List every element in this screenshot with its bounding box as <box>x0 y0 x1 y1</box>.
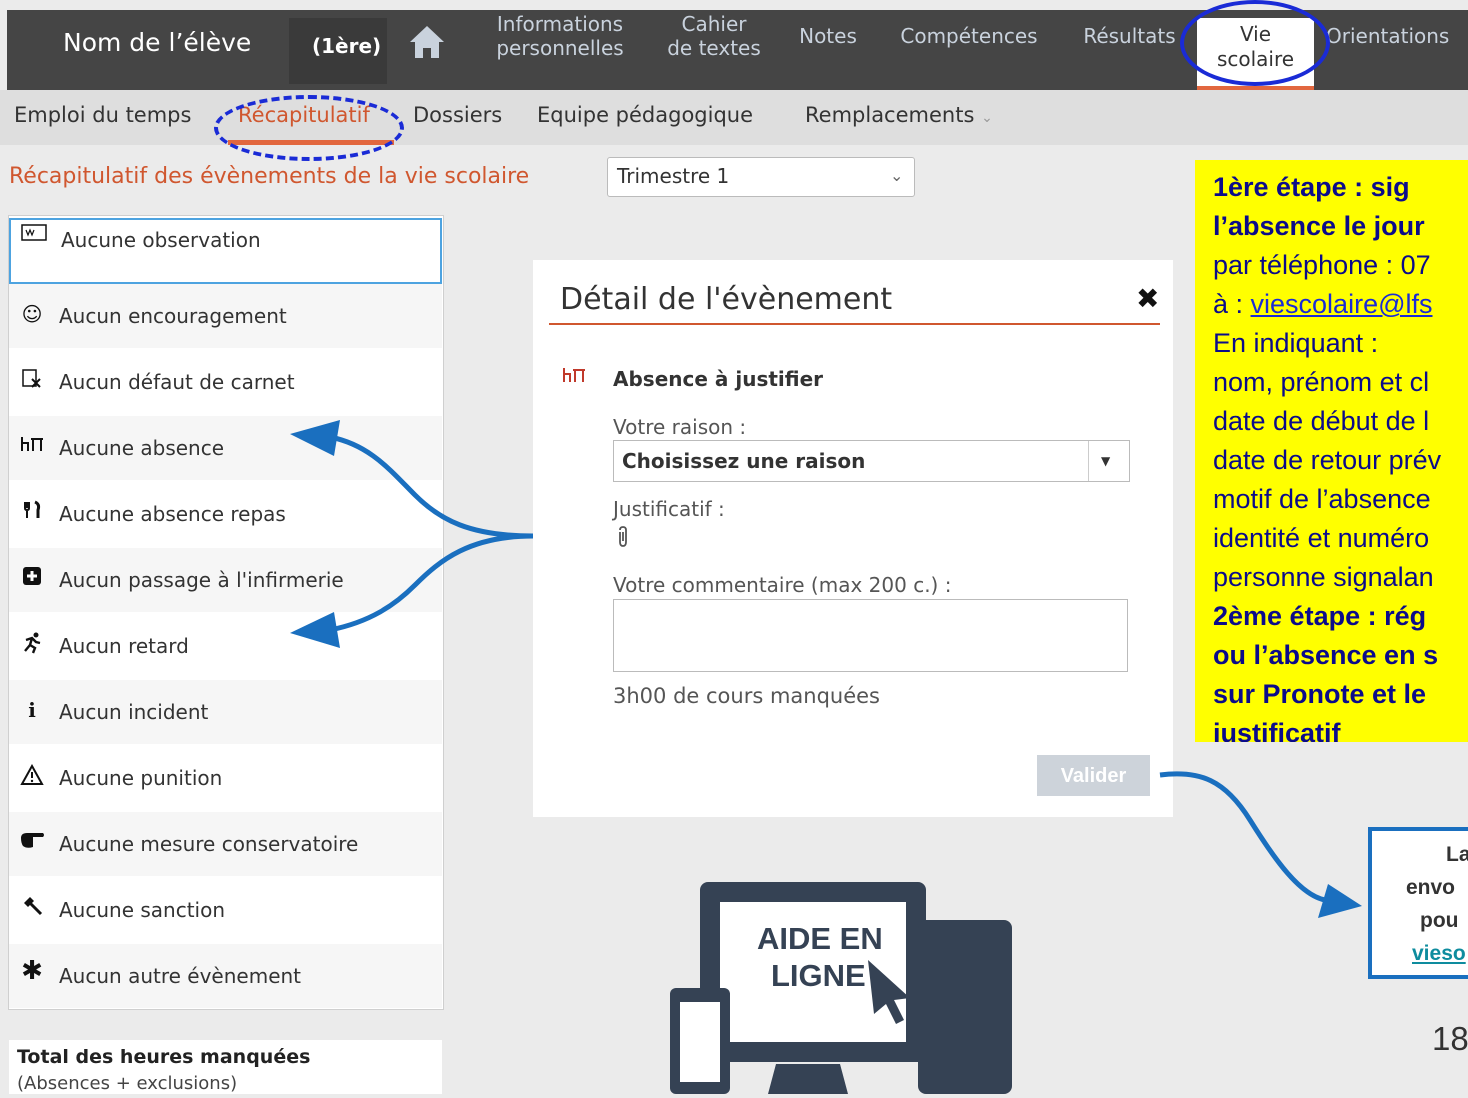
instructions-note-clip: 1ère étape : sig l’absence le jour par t… <box>1195 160 1468 742</box>
step1-line1: 1ère étape : sig <box>1213 172 1410 202</box>
indicating-line: En indiquant : <box>1213 328 1379 358</box>
step2-line2: ou l’absence en s <box>1213 640 1439 670</box>
info-line-3: date de retour prév <box>1213 445 1442 475</box>
page-number: 18 <box>1432 1020 1468 1057</box>
step1-line2: l’absence le jour <box>1213 211 1425 241</box>
step2-line4: justificatif <box>1213 718 1341 742</box>
info-line-4: motif de l’absence <box>1213 484 1431 514</box>
info-box-line-2: envo <box>1406 876 1456 899</box>
email-prefix: à : <box>1213 289 1251 319</box>
instructions-text: 1ère étape : sig l’absence le jour par t… <box>1213 168 1468 742</box>
info-box-link[interactable]: vieso <box>1412 942 1466 966</box>
email-link[interactable]: viescolaire@lfs <box>1251 289 1433 319</box>
info-line-5: identité et numéro <box>1213 523 1430 553</box>
help-text-line1: AIDE EN <box>757 921 883 956</box>
info-box: La envo pou vieso <box>1368 827 1468 979</box>
phone-line: par téléphone : 07 <box>1213 250 1431 280</box>
email-line: à : viescolaire@lfs <box>1213 285 1468 324</box>
info-line-6: personne signalan <box>1213 562 1434 592</box>
step2-line1: 2ème étape : rég <box>1213 601 1427 631</box>
info-line-2: date de début de l <box>1213 406 1430 436</box>
info-box-line-3: pou <box>1420 909 1459 932</box>
info-line-1: nom, prénom et cl <box>1213 367 1430 397</box>
help-text-line2: LIGNE <box>771 958 866 993</box>
info-box-line-1: La <box>1446 843 1468 866</box>
step2-line3: sur Pronote et le <box>1213 679 1427 709</box>
